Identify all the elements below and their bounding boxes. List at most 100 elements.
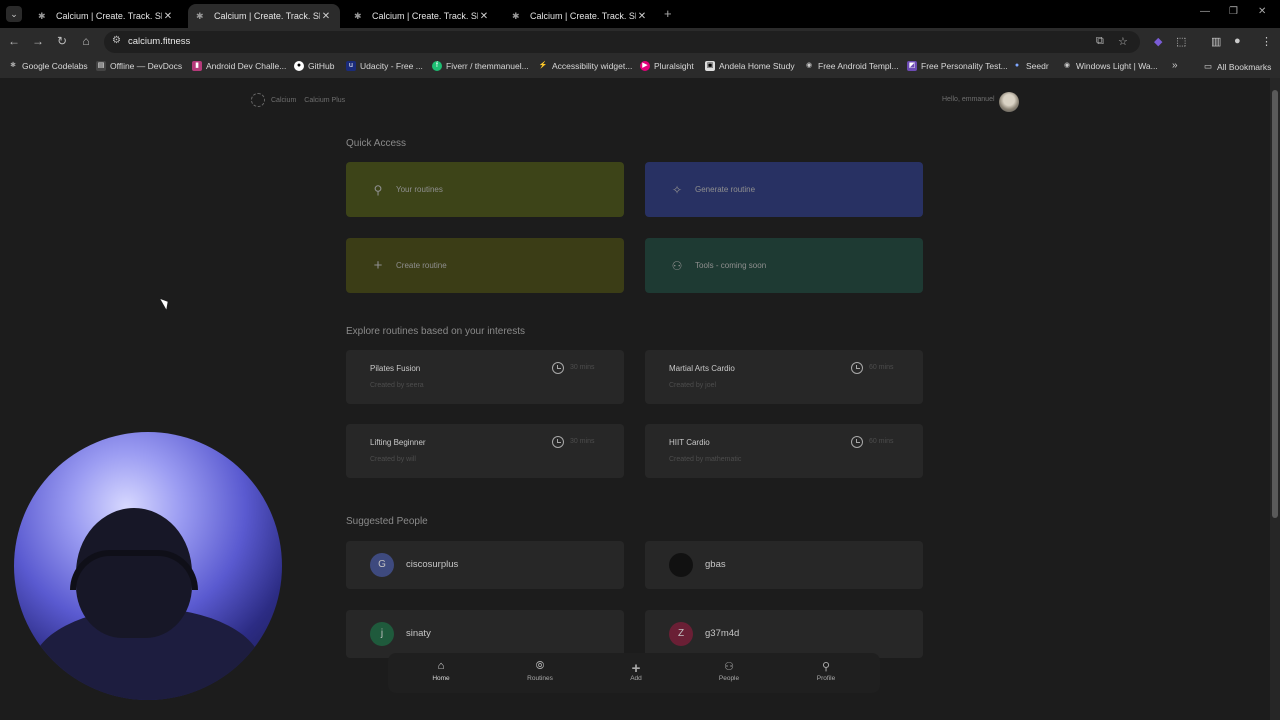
plus-icon: + xyxy=(631,660,641,677)
calcium-plus-link[interactable]: Calcium Plus xyxy=(304,97,345,104)
tab-search-button[interactable]: ⌄ xyxy=(6,6,22,22)
close-tab-icon[interactable]: ✕ xyxy=(162,11,174,22)
new-tab-icon[interactable]: + xyxy=(664,6,672,21)
person-name: sinaty xyxy=(406,628,431,639)
forward-icon[interactable]: → xyxy=(30,34,46,48)
address-toolbar: ← → ↻ ⌂ ⚙ calcium.fitness ⧉ ☆ ◆ ⬚ ▥ ● ⋮ xyxy=(0,28,1280,56)
personality-test-icon: ◩ xyxy=(907,61,917,71)
bookmark-item[interactable]: ▮ Android Dev Challe... xyxy=(192,61,286,71)
side-panel-icon[interactable]: ▥ xyxy=(1211,35,1221,48)
nav-label: Profile xyxy=(816,675,836,682)
bookmark-star-icon[interactable]: ☆ xyxy=(1118,35,1128,48)
bookmark-item[interactable]: ▶ Pluralsight xyxy=(640,61,694,71)
home-icon[interactable]: ⌂ xyxy=(78,34,94,48)
routine-creator: Created by seera xyxy=(370,382,424,389)
card-label: Generate routine xyxy=(695,185,756,194)
bookmark-item[interactable]: ◩ Free Personality Test... xyxy=(907,61,1008,71)
nav-label: Home xyxy=(432,675,450,682)
bookmark-item[interactable]: ● GitHub xyxy=(294,61,334,71)
close-tab-icon[interactable]: ✕ xyxy=(478,11,490,22)
profile-avatar-icon[interactable]: ● xyxy=(1234,35,1241,47)
browser-tab[interactable]: ✱ Calcium | Create. Track. Share. ✕ xyxy=(346,4,498,28)
andela-icon: ▣ xyxy=(705,61,715,71)
bookmark-item[interactable]: u Udacity - Free ... xyxy=(346,61,423,71)
all-bookmarks-label: All Bookmarks xyxy=(1217,61,1272,72)
calcium-favicon-icon: ✱ xyxy=(38,11,46,21)
all-bookmarks-button[interactable]: ▭ All Bookmarks xyxy=(1204,61,1271,72)
nav-label: People xyxy=(718,675,740,682)
clock-icon xyxy=(851,362,863,374)
brand-name: Calcium xyxy=(271,96,297,104)
bookmarks-bar: ✱ Google Codelabs ▤ Offline — DevDocs ▮ And… xyxy=(0,56,1280,78)
routine-card[interactable]: Martial Arts Cardio Created by joel 60 m… xyxy=(645,350,923,404)
routine-name: Pilates Fusion xyxy=(370,364,421,373)
extension-icon[interactable]: ◆ xyxy=(1154,35,1162,48)
browser-tab-active[interactable]: ✱ Calcium | Create. Track. Share. ✕ xyxy=(188,4,340,28)
calcium-favicon-icon: ✱ xyxy=(354,11,362,21)
close-tab-icon[interactable]: ✕ xyxy=(320,11,332,22)
bookmark-item[interactable]: ◉ Windows Light | Wa... xyxy=(1062,61,1158,71)
bottom-navigation: ⌂ Home ⦾ Routines + Add ⚇ People ⚲ Profi… xyxy=(388,653,880,693)
nav-people[interactable]: ⚇ People xyxy=(704,660,754,682)
close-window-icon[interactable]: ✕ xyxy=(1258,6,1266,17)
people-icon: ⚇ xyxy=(671,258,683,273)
create-routine-card[interactable]: + Create routine xyxy=(346,238,624,293)
reload-icon[interactable]: ↻ xyxy=(54,34,70,48)
routine-duration: 30 mins xyxy=(570,364,595,371)
bookmark-item[interactable]: ▣ Andela Home Study xyxy=(705,61,795,71)
restore-icon[interactable]: ❐ xyxy=(1229,6,1238,17)
bookmark-label: Offline — DevDocs xyxy=(110,61,183,71)
routine-card[interactable]: Pilates Fusion Created by seera 30 mins xyxy=(346,350,624,404)
bookmark-item[interactable]: ◉ Free Android Templ... xyxy=(804,61,899,71)
page-scrollbar[interactable] xyxy=(1270,78,1280,720)
plus-icon: + xyxy=(373,257,383,274)
calcium-favicon-icon: ✱ xyxy=(512,11,520,21)
bookmark-item[interactable]: ✱ Google Codelabs xyxy=(8,61,88,71)
person-icon: ⚲ xyxy=(373,182,383,197)
bookmark-item[interactable]: ● Seedr xyxy=(1012,61,1049,71)
codelabs-icon: ✱ xyxy=(10,62,16,69)
minimize-icon[interactable]: — xyxy=(1200,6,1210,17)
back-icon[interactable]: ← xyxy=(6,34,22,48)
nav-routines[interactable]: ⦾ Routines xyxy=(515,660,565,682)
tab-title: Calcium | Create. Track. Share. xyxy=(530,11,636,21)
tab-title: Calcium | Create. Track. Share. xyxy=(56,11,162,21)
bookmark-item[interactable]: ▤ Offline — DevDocs xyxy=(96,61,182,71)
clock-icon xyxy=(851,436,863,448)
sparkle-icon: ✧ xyxy=(671,182,683,197)
routine-card[interactable]: Lifting Beginner Created by will 30 mins xyxy=(346,424,624,478)
generate-routine-card[interactable]: ✧ Generate routine xyxy=(645,162,923,217)
address-bar[interactable]: ⚙ calcium.fitness ⧉ ☆ xyxy=(104,31,1140,53)
routine-creator: Created by joel xyxy=(669,382,717,389)
bookmark-item[interactable]: f Fiverr / themmanuel... xyxy=(432,61,529,71)
person-card[interactable]: Z g37m4d xyxy=(645,610,923,658)
install-app-icon[interactable]: ⧉ xyxy=(1096,35,1104,48)
bookmark-label: Accessibility widget... xyxy=(552,61,633,71)
routine-card[interactable]: HIIT Cardio Created by mathematic 60 min… xyxy=(645,424,923,478)
browser-tab[interactable]: ✱ Calcium | Create. Track. Share. ✕ xyxy=(30,4,182,28)
browser-tab[interactable]: ✱ Calcium | Create. Track. Share. ✕ xyxy=(504,4,656,28)
bookmark-label: Seedr xyxy=(1026,61,1049,71)
person-card[interactable]: gbas xyxy=(645,541,923,589)
avatar: j xyxy=(370,622,394,646)
scrollbar-thumb[interactable] xyxy=(1272,90,1278,518)
nav-add[interactable]: + Add xyxy=(611,660,661,682)
nav-profile[interactable]: ⚲ Profile xyxy=(801,660,851,682)
close-tab-icon[interactable]: ✕ xyxy=(636,11,648,22)
person-name: ciscosurplus xyxy=(406,559,459,570)
brand-logo[interactable]: Calcium Calcium Plus xyxy=(251,93,345,107)
site-info-icon[interactable]: ⚙ xyxy=(112,35,121,46)
menu-kebab-icon[interactable]: ⋮ xyxy=(1261,35,1272,48)
webcam-overlay xyxy=(14,432,282,700)
user-avatar[interactable] xyxy=(999,92,1019,112)
url-text[interactable]: calcium.fitness xyxy=(128,36,190,47)
extensions-puzzle-icon[interactable]: ⬚ xyxy=(1176,35,1186,48)
bookmark-item[interactable]: ⚡ Accessibility widget... xyxy=(538,61,633,71)
nav-home[interactable]: ⌂ Home xyxy=(416,660,466,682)
tools-card[interactable]: ⚇ Tools - coming soon xyxy=(645,238,923,293)
person-card[interactable]: G ciscosurplus xyxy=(346,541,624,589)
your-routines-card[interactable]: ⚲ Your routines xyxy=(346,162,624,217)
routines-icon: ⦾ xyxy=(535,660,545,672)
person-card[interactable]: j sinaty xyxy=(346,610,624,658)
bookmarks-overflow-icon[interactable]: » xyxy=(1172,60,1178,71)
